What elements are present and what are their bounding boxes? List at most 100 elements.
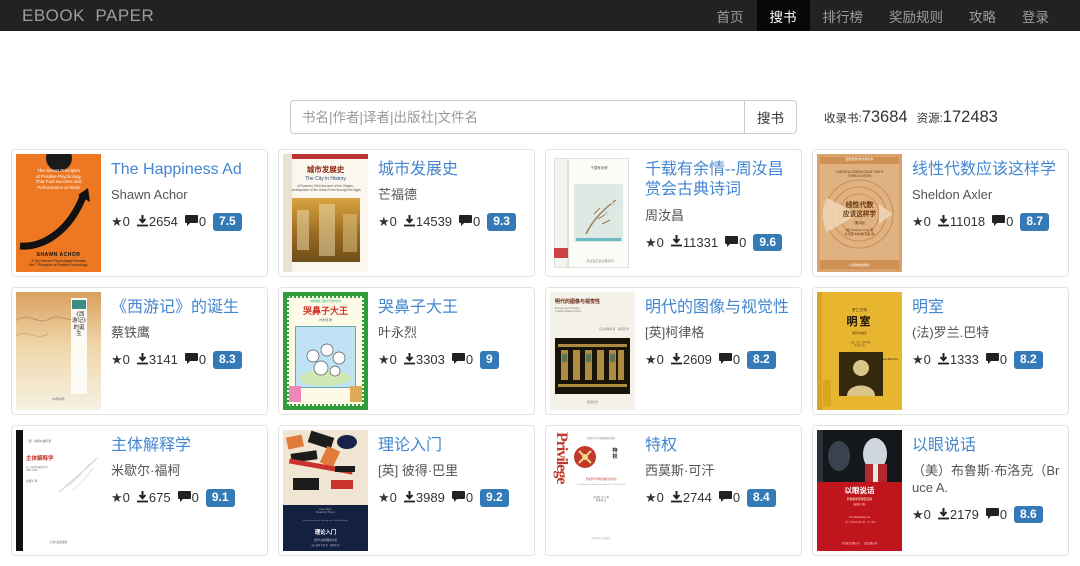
book-cover-image[interactable]: 图灵数学·统计学丛书 LINEAR ALGEBRA DONE RIGHT THIRD… <box>817 154 902 272</box>
book-title-link[interactable]: 以眼说话 <box>912 436 1060 456</box>
book-card[interactable]: The Secret Principles of Positive Psychol… <box>11 149 268 277</box>
book-cover-image[interactable]: Privilege 圣保罗中学与美国精英的教育特权圣保罗中学精英教育的背后 The … <box>550 430 635 551</box>
book-title-link[interactable]: 《西游记》的诞生 <box>111 298 259 318</box>
book-cover-image[interactable]: 明代的图像与视觉性 Pictures and Visuality in Early … <box>550 292 635 410</box>
top-navbar: EBOOK PAPER 首页 搜书 排行榜 奖励规则 攻略 登录 <box>0 0 1080 31</box>
book-cover-image[interactable]: 〔法〕米歇尔·福柯 著主体解释学 法兰西学院课程系列 1981-1982 佘碧平 译上… <box>16 430 101 551</box>
star-stat: ★ 0 <box>378 490 397 505</box>
rating-badge: 8.2 <box>1014 351 1043 369</box>
comment-count: 0 <box>198 352 207 368</box>
book-info: The Happiness Ad Shawn Achor ★ 0 2654 0 7.5 <box>101 154 263 272</box>
star-icon: ★ <box>111 214 123 230</box>
book-cell: Privilege 圣保罗中学与美国精英的教育特权圣保罗中学精英教育的背后 The … <box>540 420 807 561</box>
book-author: （美）布鲁斯·布洛克（Bruce A. <box>912 463 1060 496</box>
search-input[interactable] <box>290 100 744 134</box>
star-icon: ★ <box>645 352 657 368</box>
book-info: 以眼说话 （美）布鲁斯·布洛克（Bruce A. ★ 0 2179 0 8.6 <box>902 430 1064 551</box>
comment-stat: 0 <box>451 490 473 505</box>
book-author: (法)罗兰.巴特 <box>912 325 990 341</box>
download-icon <box>937 214 949 229</box>
book-info: 主体解释学 米歇尔·福柯 ★ 0 675 0 9.1 <box>101 430 263 551</box>
book-card[interactable]: 城市发展史 The City in History A Powerful, Rich… <box>278 149 535 277</box>
book-cover-image[interactable]: Peter Barry Beginning Theory An Introducti… <box>283 430 368 551</box>
search-button[interactable]: 搜书 <box>744 100 797 134</box>
book-cell: 千载有余情 周汝昌赏会古典诗词 千载有余情--周汝昌赏会古典诗词 周汝昌 ★ 0 11331… <box>540 144 807 282</box>
nav-link-1[interactable]: 搜书 <box>756 0 810 31</box>
download-count: 2654 <box>148 214 178 230</box>
book-card[interactable]: Privilege 圣保罗中学与美国精英的教育特权圣保罗中学精英教育的背后 The … <box>545 425 802 556</box>
comment-count: 0 <box>999 507 1008 523</box>
book-info: 千载有余情--周汝昌赏会古典诗词 周汝昌 ★ 0 11331 0 9.6 <box>635 154 797 272</box>
star-icon: ★ <box>912 214 924 230</box>
comment-count: 0 <box>198 214 207 230</box>
book-cover-image[interactable]: 《西游记》的诞生 中华书局 <box>16 292 101 410</box>
book-card[interactable]: 明代的图像与视觉性 Pictures and Visuality in Early … <box>545 287 802 415</box>
star-stat: ★ 0 <box>912 507 931 522</box>
comment-stat: 0 <box>725 235 746 250</box>
search-group: 搜书 <box>290 100 797 134</box>
star-icon: ★ <box>912 352 924 368</box>
nav-link-5[interactable]: 登录 <box>1009 0 1062 31</box>
download-count: 2609 <box>682 352 712 368</box>
comment-icon <box>992 215 1006 228</box>
book-card[interactable]: 图灵数学·统计学丛书 LINEAR ALGEBRA DONE RIGHT THIRD… <box>812 149 1069 277</box>
star-icon: ★ <box>378 352 390 368</box>
book-card[interactable]: 《西游记》的诞生 中华书局 《西游记》的诞生 蔡铁鹰 ★ 0 3141 0 8.3 <box>11 287 268 415</box>
book-card[interactable]: 千载有余情 周汝昌赏会古典诗词 千载有余情--周汝昌赏会古典诗词 周汝昌 ★ 0 11331… <box>545 149 802 277</box>
book-info: 《西游记》的诞生 蔡铁鹰 ★ 0 3141 0 8.3 <box>101 292 263 410</box>
book-meta: ★ 0 11018 0 8.7 <box>912 213 1060 231</box>
resources-count-label: 资源: <box>916 112 943 125</box>
book-card[interactable]: 以眼说话 影像视觉原理及应用 （插图修订版） The Visual Story 2e （… <box>812 425 1069 556</box>
book-cover-image[interactable]: The Secret Principles of Positive Psychol… <box>16 154 101 272</box>
rating-badge: 8.7 <box>1020 213 1049 231</box>
book-title-link[interactable]: The Happiness Ad <box>111 160 259 180</box>
book-card[interactable]: 中国幽默儿童文学创作丛书 哭鼻子大王 叶永烈 著哭鼻子大王 叶永烈 ★ 0 3303 0 9 <box>278 287 535 415</box>
book-info: 哭鼻子大王 叶永烈 ★ 0 3303 0 9 <box>368 292 530 410</box>
book-title-link[interactable]: 千载有余情--周汝昌赏会古典诗词 <box>645 160 793 201</box>
book-cover-image[interactable]: 以眼说话 影像视觉原理及应用 （插图修订版） The Visual Story 2e （… <box>817 430 902 551</box>
search-section: 搜书 收录书: 73684 资源: 172483 <box>0 31 1080 134</box>
book-cell: 《西游记》的诞生 中华书局 《西游记》的诞生 蔡铁鹰 ★ 0 3141 0 8.3 <box>6 282 273 420</box>
book-title-link[interactable]: 主体解释学 <box>111 436 259 456</box>
download-icon <box>403 352 415 367</box>
comment-stat: 0 <box>184 352 207 368</box>
book-cover-image[interactable]: 千载有余情 周汝昌赏会古典诗词 <box>550 154 635 272</box>
book-meta: ★ 0 2609 0 8.2 <box>645 351 793 369</box>
book-title-link[interactable]: 哭鼻子大王 <box>378 298 526 318</box>
book-cell: The Secret Principles of Positive Psychol… <box>6 144 273 282</box>
nav-link-4[interactable]: 攻略 <box>956 0 1009 31</box>
nav-link-0[interactable]: 首页 <box>704 0 757 31</box>
book-info: 线性代数应该这样学 Sheldon Axler ★ 0 11018 0 8.7 <box>902 154 1064 272</box>
book-cover-image[interactable]: 中国幽默儿童文学创作丛书 哭鼻子大王 叶永烈 著 <box>283 292 368 410</box>
nav-link-3[interactable]: 奖励规则 <box>876 0 956 31</box>
book-title-link[interactable]: 特权 <box>645 436 793 456</box>
book-title-link[interactable]: 理论入门 <box>378 436 526 456</box>
book-meta: ★ 0 3303 0 9 <box>378 351 526 369</box>
comment-icon <box>451 491 465 504</box>
book-title-link[interactable]: 明代的图像与视觉性 <box>645 298 793 318</box>
book-cell: 明代的图像与视觉性 Pictures and Visuality in Early … <box>540 282 807 420</box>
download-icon <box>670 490 682 505</box>
book-cover-image[interactable]: 罗兰·巴特 明室 摄影纵横谈 〔法〕罗兰·巴特 著赵克非 译 Roland Barthe… <box>817 292 902 410</box>
comment-stat: 0 <box>718 352 740 367</box>
book-cover-image[interactable]: 城市发展史 The City in History A Powerful, Rich… <box>283 154 368 272</box>
star-count: 0 <box>656 234 664 250</box>
book-title-link[interactable]: 线性代数应该这样学 <box>912 160 1060 180</box>
star-count: 0 <box>656 352 664 368</box>
download-stat: 11018 <box>937 214 985 229</box>
site-brand[interactable]: EBOOK PAPER <box>0 0 154 31</box>
comment-count: 0 <box>1006 214 1014 230</box>
comment-count: 0 <box>465 352 474 368</box>
book-cell: 中国幽默儿童文学创作丛书 哭鼻子大王 叶永烈 著哭鼻子大王 叶永烈 ★ 0 3303 0 9 <box>273 282 540 420</box>
book-cell: 城市发展史 The City in History A Powerful, Rich… <box>273 144 540 282</box>
download-count: 3303 <box>415 352 445 368</box>
book-card[interactable]: Peter Barry Beginning Theory An Introducti… <box>278 425 535 556</box>
book-card[interactable]: 罗兰·巴特 明室 摄影纵横谈 〔法〕罗兰·巴特 著赵克非 译 Roland Barthe… <box>812 287 1069 415</box>
book-cell: 罗兰·巴特 明室 摄影纵横谈 〔法〕罗兰·巴特 著赵克非 译 Roland Barthe… <box>807 282 1074 420</box>
nav-link-2[interactable]: 排行榜 <box>810 0 877 31</box>
book-title-link[interactable]: 城市发展史 <box>378 160 526 180</box>
book-meta: ★ 0 11331 0 9.6 <box>645 233 793 252</box>
star-count: 0 <box>923 214 931 230</box>
book-card[interactable]: 〔法〕米歇尔·福柯 著主体解释学 法兰西学院课程系列 1981-1982 佘碧平 译上… <box>11 425 268 556</box>
book-title-link[interactable]: 明室 <box>912 298 1060 318</box>
